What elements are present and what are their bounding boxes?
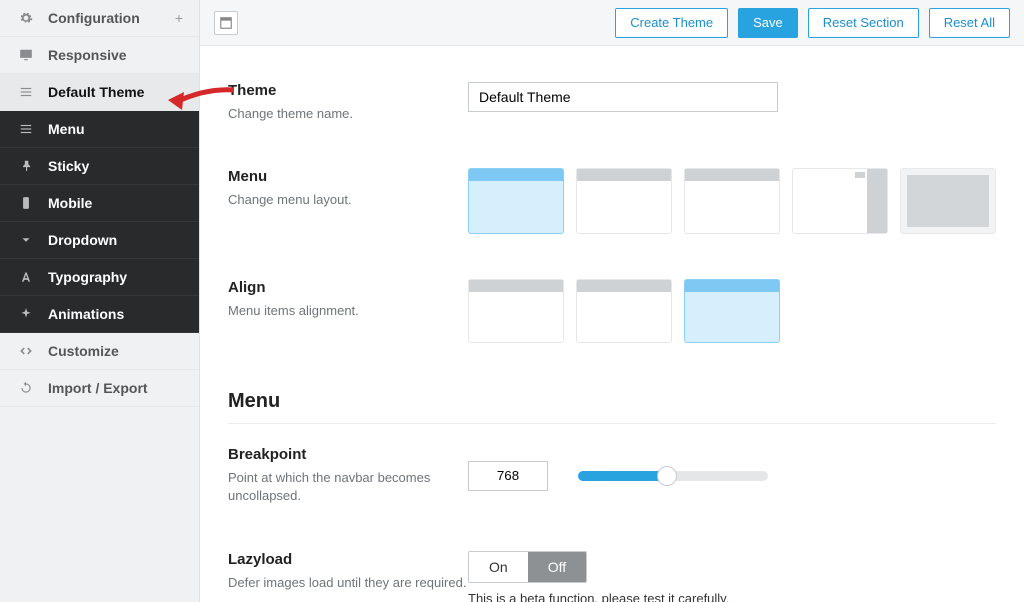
pin-icon [18,158,34,174]
sidebar-item-label: Import / Export [48,380,148,396]
reset-all-button[interactable]: Reset All [929,8,1010,38]
sidebar-item-import-export[interactable]: Import / Export [0,370,199,407]
sparkle-icon [18,306,34,322]
reset-section-button[interactable]: Reset Section [808,8,919,38]
sidebar-item-label: Menu [48,121,85,137]
menu-layout-label: Menu [228,168,468,185]
sidebar-item-sticky[interactable]: Sticky [0,148,199,185]
monitor-icon [18,47,34,63]
main: Create Theme Save Reset Section Reset Al… [200,0,1024,602]
align-label: Align [228,279,468,296]
menu-layout-option-3[interactable] [684,168,780,234]
topbar: Create Theme Save Reset Section Reset Al… [200,0,1024,46]
gear-icon [18,10,34,26]
sidebar-item-responsive[interactable]: Responsive [0,37,199,74]
theme-desc: Change theme name. [228,105,468,123]
content: Theme Change theme name. Menu Change men… [200,46,1024,602]
menu-layout-option-5[interactable] [900,168,996,234]
sidebar: Configuration + Responsive Default Theme… [0,0,200,602]
align-option-center[interactable] [576,279,672,343]
plus-icon: + [175,10,183,26]
sidebar-item-label: Responsive [48,47,127,63]
font-icon [18,269,34,285]
lazyload-on[interactable]: On [469,552,528,582]
sidebar-item-label: Configuration [48,10,140,26]
sidebar-item-label: Typography [48,269,127,285]
sidebar-item-label: Customize [48,343,119,359]
theme-label: Theme [228,82,468,99]
chevron-down-icon [18,232,34,248]
save-button[interactable]: Save [738,8,798,38]
sidebar-item-label: Mobile [48,195,92,211]
theme-name-input[interactable] [468,82,778,112]
lazyload-label: Lazyload [228,551,468,568]
mobile-icon [18,195,34,211]
menu-layout-option-2[interactable] [576,168,672,234]
sidebar-item-label: Animations [48,306,124,322]
lazyload-note: This is a beta function, please test it … [468,591,996,602]
sidebar-item-menu[interactable]: Menu [0,111,199,148]
menu-icon [18,84,34,100]
sidebar-item-configuration[interactable]: Configuration + [0,0,199,37]
menu-layout-option-1[interactable] [468,168,564,234]
breakpoint-slider[interactable] [578,471,768,481]
lazyload-desc: Defer images load until they are require… [228,574,468,592]
sidebar-item-label: Sticky [48,158,89,174]
sidebar-item-label: Default Theme [48,84,144,100]
sidebar-item-typography[interactable]: Typography [0,259,199,296]
sidebar-item-mobile[interactable]: Mobile [0,185,199,222]
sidebar-item-default-theme[interactable]: Default Theme [0,74,199,111]
sidebar-item-label: Dropdown [48,232,117,248]
breakpoint-label: Breakpoint [228,446,468,463]
refresh-icon [18,380,34,396]
sidebar-item-customize[interactable]: Customize [0,333,199,370]
align-option-left[interactable] [468,279,564,343]
align-option-right[interactable] [684,279,780,343]
select-element-button[interactable] [214,11,238,35]
align-desc: Menu items alignment. [228,302,468,320]
lazyload-off[interactable]: Off [528,552,586,582]
lazyload-toggle: On Off [468,551,587,583]
code-icon [18,343,34,359]
breakpoint-input[interactable] [468,461,548,491]
section-menu-heading: Menu [228,390,996,424]
align-options [468,279,996,343]
sidebar-item-animations[interactable]: Animations [0,296,199,333]
menu-layout-options [468,168,996,234]
sidebar-item-dropdown[interactable]: Dropdown [0,222,199,259]
menu-layout-desc: Change menu layout. [228,191,468,209]
breakpoint-desc: Point at which the navbar becomes uncoll… [228,469,468,505]
create-theme-button[interactable]: Create Theme [615,8,728,38]
menu-layout-option-4[interactable] [792,168,888,234]
list-icon [18,121,34,137]
